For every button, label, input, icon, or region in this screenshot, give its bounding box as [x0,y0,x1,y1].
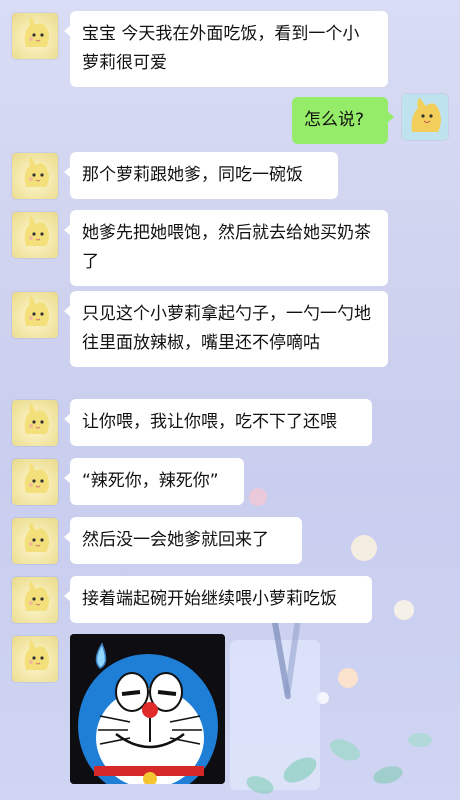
contact-avatar[interactable] [12,212,58,258]
contact-avatar[interactable] [12,13,58,59]
contact-avatar[interactable] [12,153,58,199]
message-bubble[interactable]: 那个萝莉跟她爹，同吃一碗饭 [64,152,338,199]
contact-avatar[interactable] [12,518,58,564]
doraemon-sweating-sticker[interactable] [70,634,225,784]
message-bubble[interactable]: 只见这个小萝莉拿起勺子，一勺一勺地往里面放辣椒，嘴里还不停嘀咕 [64,291,388,367]
message-bubble-sent[interactable]: 怎么说? [292,97,394,144]
message-bubble[interactable]: “辣死你，辣死你” [64,458,244,505]
my-avatar[interactable] [402,94,448,140]
message-bubble[interactable]: 让你喂，我让你喂，吃不下了还喂 [64,399,372,446]
contact-avatar[interactable] [12,459,58,505]
message-bubble[interactable]: 接着端起碗开始继续喂小萝莉吃饭 [64,576,372,623]
contact-avatar[interactable] [12,636,58,682]
message-bubble[interactable]: 宝宝 今天我在外面吃饭，看到一个小萝莉很可爱 [64,11,388,87]
message-bubble[interactable]: 她爹先把她喂饱，然后就去给她买奶茶了 [64,210,388,286]
contact-avatar[interactable] [12,292,58,338]
message-bubble[interactable]: 然后没一会她爹就回来了 [64,517,302,564]
contact-avatar[interactable] [12,577,58,623]
contact-avatar[interactable] [12,400,58,446]
